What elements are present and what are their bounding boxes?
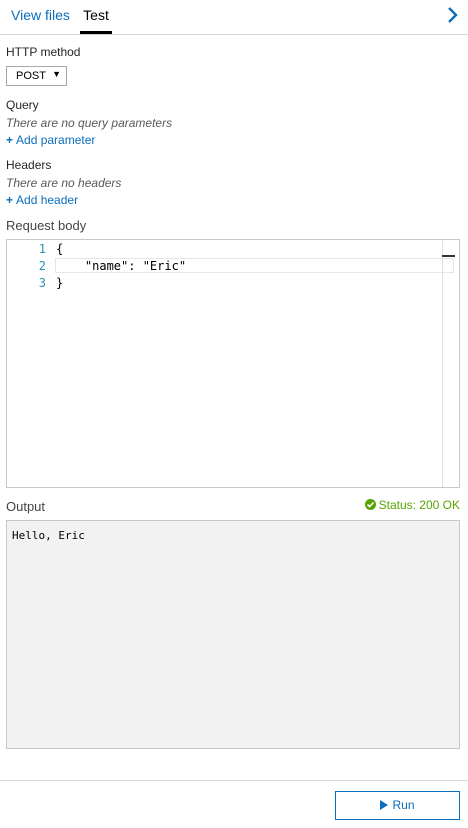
run-button[interactable]: Run	[335, 791, 460, 820]
function-test-panel: View files Test HTTP method POST ▼ Query…	[0, 0, 468, 828]
tab-view-files[interactable]: View files	[11, 0, 70, 32]
line-number: 3	[38, 276, 46, 290]
footer-divider	[0, 780, 468, 781]
status-text: Status: 200 OK	[378, 498, 460, 512]
http-method-value: POST	[16, 70, 46, 82]
request-body-editor[interactable]: 1 { 2 "name": "Eric" 3 }	[6, 239, 460, 488]
add-parameter-label: Add parameter	[16, 133, 96, 147]
add-header-label: Add header	[16, 193, 79, 207]
code-line: }	[56, 276, 64, 290]
headers-empty-text: There are no headers	[6, 176, 122, 190]
play-icon	[380, 800, 389, 810]
chevron-right-icon[interactable]	[446, 6, 460, 24]
headers-label: Headers	[6, 158, 52, 172]
output-label: Output	[6, 499, 46, 514]
add-header-link[interactable]: + Add header	[6, 193, 78, 207]
tab-test[interactable]: Test	[80, 0, 112, 34]
http-method-label: HTTP method	[6, 45, 81, 59]
line-number: 1	[38, 242, 46, 256]
add-parameter-link[interactable]: + Add parameter	[6, 133, 95, 147]
line-number: 2	[38, 259, 46, 273]
output-text: Hello, Eric	[12, 529, 85, 542]
caret-down-icon: ▼	[52, 69, 61, 79]
check-circle-icon	[364, 499, 376, 510]
overview-ruler-mark	[442, 255, 455, 257]
tab-bar: View files Test	[0, 0, 468, 35]
code-line: {	[56, 242, 64, 256]
plus-icon: +	[6, 133, 14, 147]
plus-icon: +	[6, 193, 14, 207]
editor-scrollbar[interactable]	[442, 240, 443, 487]
run-button-label: Run	[392, 798, 415, 812]
query-label: Query	[6, 98, 39, 112]
http-method-select[interactable]: POST ▼	[6, 66, 67, 86]
code-line: "name": "Eric"	[56, 259, 187, 273]
query-empty-text: There are no query parameters	[6, 116, 173, 130]
output-box: Hello, Eric	[6, 520, 460, 749]
status-indicator: Status: 200 OK	[364, 498, 460, 512]
request-body-label: Request body	[6, 218, 87, 233]
